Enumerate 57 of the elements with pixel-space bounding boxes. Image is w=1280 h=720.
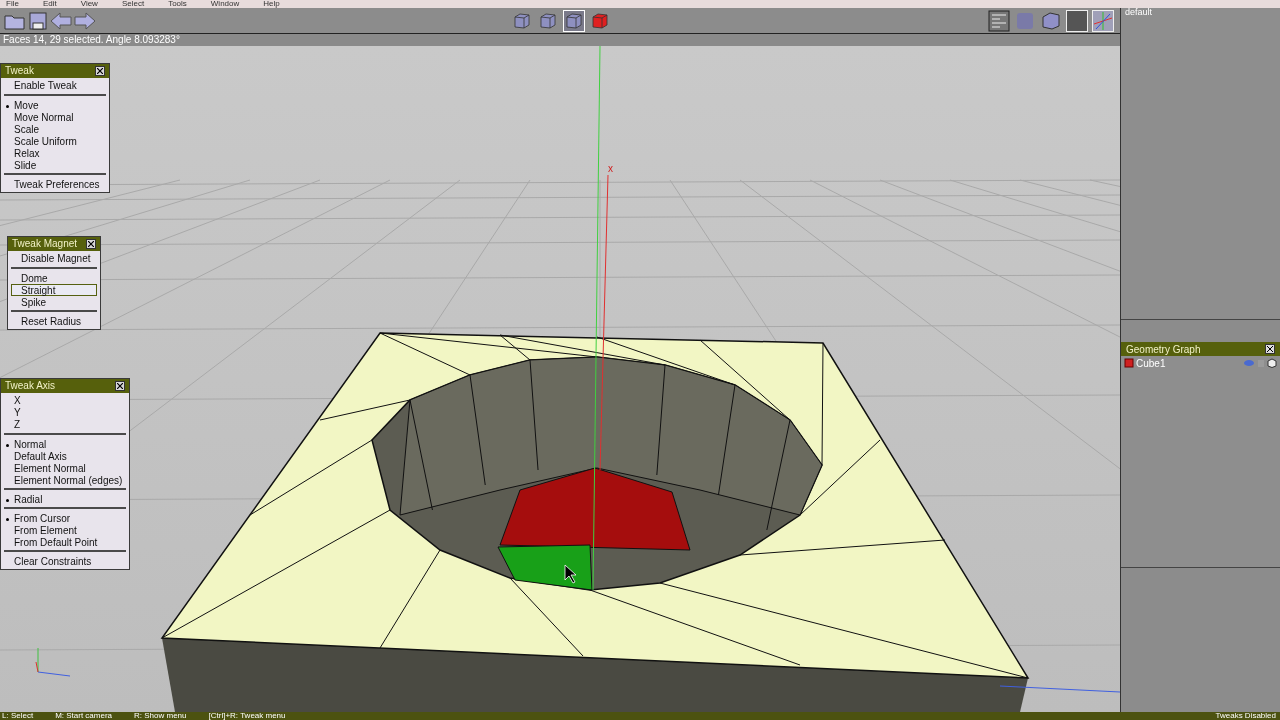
close-button[interactable]: [95, 66, 105, 76]
menu-item[interactable]: Slide: [4, 159, 106, 171]
status-hint: L: Select: [2, 712, 34, 720]
close-icon: [117, 383, 123, 389]
axes-icon[interactable]: [1092, 9, 1114, 32]
forward-arrow-icon[interactable]: [74, 10, 96, 31]
menu-item[interactable]: Scale: [4, 123, 106, 135]
back-arrow-icon[interactable]: [50, 10, 72, 31]
menu-item[interactable]: Radial: [4, 493, 126, 505]
menu-item[interactable]: Straight: [11, 284, 97, 296]
menu-item[interactable]: Dome: [11, 272, 97, 284]
menu-item[interactable]: View: [80, 0, 98, 8]
cursor-icon: [564, 564, 577, 584]
menu-item[interactable]: Disable Magnet: [8, 252, 100, 264]
outliner-icon[interactable]: [988, 9, 1010, 32]
palette-title: Tweak Axis: [5, 381, 56, 391]
menu-item[interactable]: Scale Uniform: [4, 135, 106, 147]
texture-icon[interactable]: [1066, 9, 1088, 32]
menu-item[interactable]: Reset Radius: [11, 315, 97, 327]
axis-label: x: [608, 163, 613, 174]
menu-item[interactable]: Clear Constraints: [4, 555, 126, 567]
close-icon: [88, 241, 94, 247]
axis-gizmo-icon: [35, 647, 71, 677]
status-text: Tweaks Disabled: [1215, 712, 1276, 720]
close-button[interactable]: [115, 381, 125, 391]
menu-item[interactable]: Normal: [4, 438, 126, 450]
menu-item[interactable]: From Default Point: [4, 536, 126, 548]
panel-title: Geometry Graph: [1126, 342, 1201, 357]
menu-item[interactable]: Spike: [11, 296, 97, 308]
close-button[interactable]: [86, 239, 96, 249]
menu-item[interactable]: Tools: [168, 0, 187, 8]
menu-item[interactable]: Element Normal: [4, 462, 126, 474]
menu-item[interactable]: Default Axis: [4, 450, 126, 462]
status-hint: [Ctrl]+R: Tweak menu: [208, 712, 286, 720]
menu-item[interactable]: From Cursor: [4, 512, 126, 524]
close-icon: [97, 68, 103, 74]
save-icon: [28, 10, 48, 31]
status-hint: M: Start camera: [55, 712, 113, 720]
menu-item[interactable]: From Element: [4, 524, 126, 536]
menu-item[interactable]: Relax: [4, 147, 106, 159]
menu-item[interactable]: Move: [4, 99, 106, 111]
menu-item[interactable]: Select: [121, 0, 145, 8]
menu-item[interactable]: Help: [263, 0, 280, 8]
menu-item[interactable]: Edit: [42, 0, 57, 8]
palette-title: Tweak: [5, 66, 34, 76]
menu-item[interactable]: Move Normal: [4, 111, 106, 123]
menu-item[interactable]: Enable Tweak: [1, 79, 109, 91]
menu-item[interactable]: Tweak Preferences: [4, 178, 106, 190]
status-hint: R: Show menu: [134, 712, 187, 720]
menu-item[interactable]: Element Normal (edges): [4, 474, 126, 486]
menu-item[interactable]: Y: [1, 406, 129, 418]
palette-title: Tweak Magnet: [12, 239, 78, 249]
menu-item[interactable]: Z: [1, 418, 129, 430]
close-icon[interactable]: [1265, 344, 1275, 354]
menu-item[interactable]: File: [6, 0, 19, 8]
menu-item[interactable]: X: [1, 394, 129, 406]
menu-item[interactable]: Window: [210, 0, 240, 8]
